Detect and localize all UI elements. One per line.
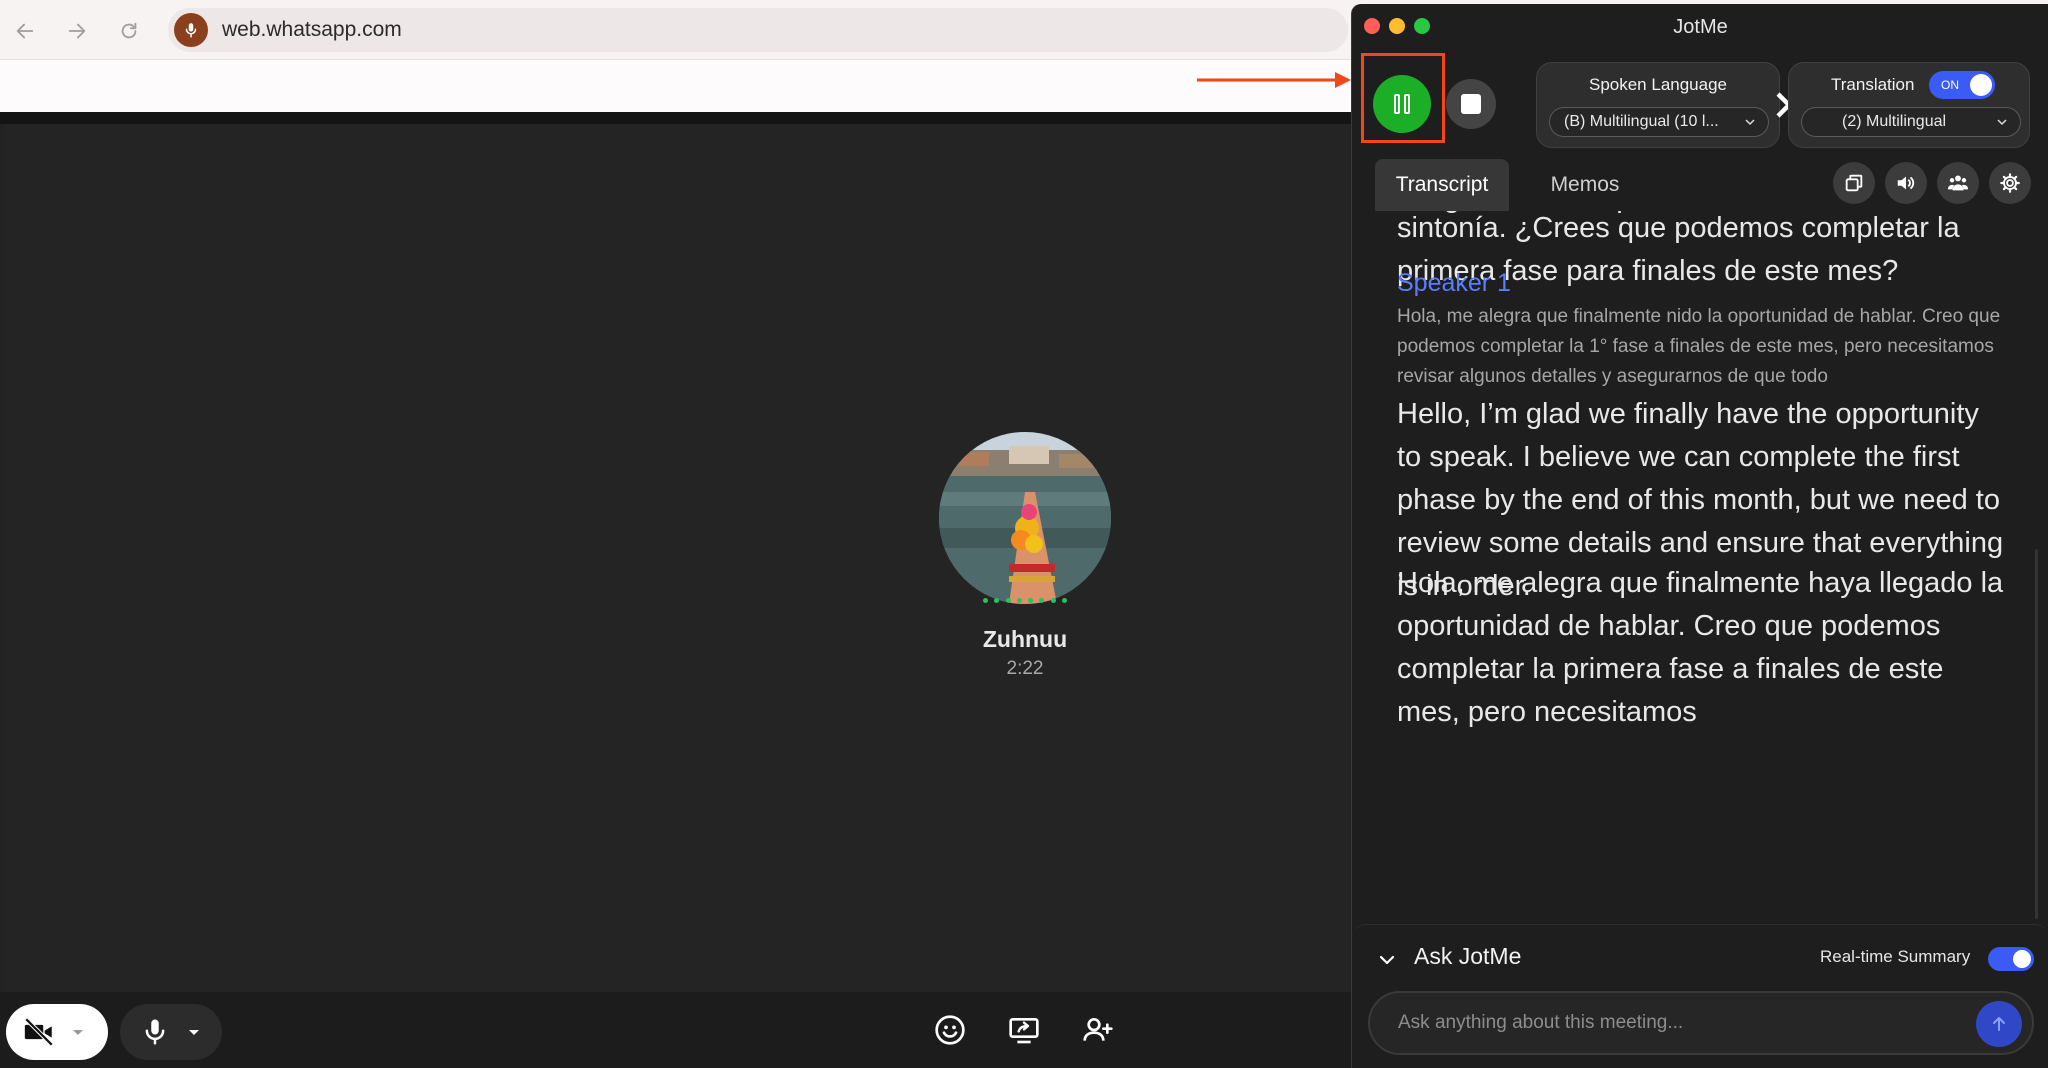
microphone-icon [185, 23, 197, 38]
call-duration: 2:22 [1006, 658, 1044, 679]
settings-button[interactable] [1989, 162, 2031, 204]
transcript-area[interactable]: asegurarnos de que estamos en la misma s… [1352, 211, 2048, 927]
reload-icon [121, 22, 137, 39]
screen-share-button[interactable] [1002, 1008, 1046, 1052]
chevron-down-icon [73, 1030, 83, 1035]
chevron-down-icon [189, 1030, 199, 1035]
pause-recording-button[interactable] [1373, 75, 1431, 133]
annotation-arrow [1197, 72, 1351, 88]
translation-card: Translation ON (2) Multilingual [1788, 62, 2030, 148]
gear-icon [2000, 173, 2020, 193]
emoji-reaction-button[interactable] [928, 1008, 972, 1052]
back-button[interactable] [8, 14, 42, 48]
chevron-down-icon[interactable] [1378, 951, 1396, 969]
transcript-original: Hola, me alegra que finalmente nido la o… [1397, 306, 2001, 387]
participants-button[interactable] [1937, 162, 1979, 204]
address-bar[interactable]: web.whatsapp.com [168, 8, 1348, 52]
translation-language-value: (2) Multilingual [1842, 113, 1947, 130]
translation-toggle-state: ON [1941, 78, 1959, 92]
copy-icon [1845, 174, 1863, 192]
reload-button[interactable] [112, 14, 146, 48]
tab-memos[interactable]: Memos [1530, 159, 1640, 211]
jotme-panel: JotMe Spoken Language (B) Multilingual (… [1351, 4, 2048, 1068]
stop-icon [1461, 94, 1481, 114]
spoken-language-value: (B) Multilingual (10 l... [1564, 113, 1719, 130]
site-mic-indicator[interactable] [174, 13, 208, 47]
spoken-language-card: Spoken Language (B) Multilingual (10 l..… [1536, 62, 1780, 148]
arrow-left-icon [16, 23, 34, 39]
stop-recording-button[interactable] [1446, 79, 1496, 129]
spoken-language-select[interactable]: (B) Multilingual (10 l... [1549, 107, 1769, 137]
chevron-down-icon [1745, 119, 1755, 126]
app-title: JotMe [1673, 16, 1728, 38]
call-controls-bar [0, 992, 1352, 1068]
speaker-icon [1897, 176, 1915, 190]
chevron-down-icon [1997, 119, 2007, 126]
translation-toggle[interactable]: ON [1929, 71, 1995, 99]
spoken-language-label: Spoken Language [1588, 75, 1728, 94]
ask-jotme-section: Ask JotMe Real-time Summary [1352, 924, 2048, 1068]
forward-button[interactable] [60, 14, 94, 48]
realtime-summary-label: Real-time Summary [1820, 947, 1971, 966]
people-icon [1947, 175, 1969, 191]
camera-toggle-button[interactable] [6, 1004, 108, 1060]
call-area [4, 124, 1352, 992]
realtime-summary-toggle[interactable] [1988, 947, 2034, 971]
translation-language-select[interactable]: (2) Multilingual [1801, 107, 2021, 137]
pause-icon [1394, 94, 1400, 114]
call-ringing-indicator [983, 598, 1067, 608]
tab-transcript[interactable]: Transcript [1375, 159, 1509, 211]
screen-share-icon [1009, 1018, 1039, 1044]
contact-avatar [939, 432, 1111, 604]
transcript-refined: Hola, me alegra que finalmente haya lleg… [1397, 567, 2004, 728]
arrow-up-icon [1993, 1017, 2005, 1031]
add-participant-button[interactable] [1076, 1008, 1120, 1052]
copy-button[interactable] [1833, 162, 1875, 204]
contact-name: Zuhnuu [982, 626, 1068, 652]
url-text: web.whatsapp.com [222, 18, 402, 41]
translation-label: Translation [1831, 75, 1915, 94]
add-person-icon [1083, 1018, 1113, 1041]
microphone-icon [145, 1019, 165, 1045]
avatar-photo [939, 432, 1111, 604]
speaker-label: Speaker 1 [1397, 269, 1511, 297]
emoji-icon [935, 1015, 965, 1045]
microphone-toggle-button[interactable] [120, 1004, 222, 1060]
transcript-scrollbar[interactable] [2035, 549, 2038, 919]
audio-button[interactable] [1885, 162, 1927, 204]
camera-off-icon [24, 1017, 54, 1047]
ask-jotme-title: Ask JotMe [1414, 943, 1522, 969]
ask-input[interactable] [1368, 991, 2034, 1055]
send-button[interactable] [1976, 1001, 2022, 1047]
arrow-right-icon [68, 23, 86, 39]
